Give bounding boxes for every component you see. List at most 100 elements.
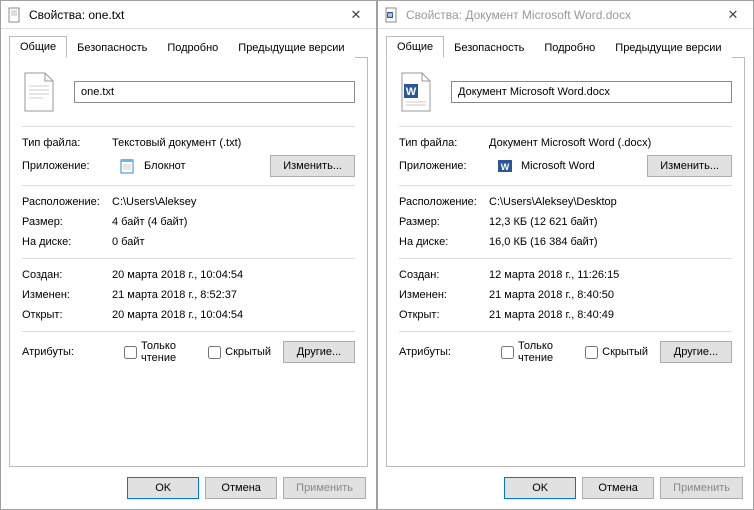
location-value: C:\Users\Aleksey\Desktop: [489, 196, 732, 208]
location-label: Расположение:: [399, 196, 489, 208]
titlebar: Свойства: one.txt ✕: [1, 1, 376, 29]
ondisk-value: 16,0 КБ (16 384 байт): [489, 236, 732, 248]
tab-general[interactable]: Общие: [386, 36, 444, 58]
tab-content: Тип файла: Текстовый документ (.txt) При…: [9, 57, 368, 467]
row-modified: Изменен: 21 марта 2018 г., 8:40:50: [399, 285, 732, 305]
accessed-label: Открыт:: [22, 309, 112, 321]
created-value: 20 марта 2018 г., 10:04:54: [112, 269, 355, 281]
filetype-label: Тип файла:: [22, 137, 112, 149]
hidden-label: Скрытый: [225, 346, 271, 358]
tab-details[interactable]: Подробно: [157, 38, 228, 58]
location-value: C:\Users\Aleksey: [112, 196, 355, 208]
notepad-icon: [120, 158, 136, 174]
app-value: Microsoft Word: [521, 160, 595, 172]
readonly-checkbox-wrap[interactable]: Только чтение: [501, 340, 573, 364]
size-label: Размер:: [399, 216, 489, 228]
readonly-checkbox[interactable]: [124, 346, 137, 359]
row-ondisk: На диске: 0 байт: [22, 232, 355, 252]
txt-file-title-icon: [7, 7, 23, 23]
attrib-label: Атрибуты:: [399, 346, 489, 358]
properties-dialog-right: W Свойства: Документ Microsoft Word.docx…: [377, 0, 754, 510]
modified-value: 21 марта 2018 г., 8:40:50: [489, 289, 732, 301]
filetype-value: Текстовый документ (.txt): [112, 137, 355, 149]
size-value: 4 байт (4 байт): [112, 216, 355, 228]
app-label: Приложение:: [399, 160, 489, 172]
tab-previous[interactable]: Предыдущие версии: [605, 38, 731, 58]
size-label: Размер:: [22, 216, 112, 228]
other-attributes-button[interactable]: Другие...: [283, 341, 355, 363]
ok-button[interactable]: OK: [127, 477, 199, 499]
tab-previous[interactable]: Предыдущие версии: [228, 38, 354, 58]
docx-file-icon: W: [399, 72, 433, 112]
hidden-checkbox[interactable]: [585, 346, 598, 359]
row-accessed: Открыт: 21 марта 2018 г., 8:40:49: [399, 305, 732, 325]
accessed-value: 20 марта 2018 г., 10:04:54: [112, 309, 355, 321]
title-text: Свойства: one.txt: [29, 8, 336, 22]
readonly-label: Только чтение: [141, 340, 196, 364]
hidden-checkbox[interactable]: [208, 346, 221, 359]
other-attributes-button[interactable]: Другие...: [660, 341, 732, 363]
modified-label: Изменен:: [399, 289, 489, 301]
row-created: Создан: 20 марта 2018 г., 10:04:54: [22, 265, 355, 285]
size-value: 12,3 КБ (12 621 байт): [489, 216, 732, 228]
hidden-checkbox-wrap[interactable]: Скрытый: [208, 346, 271, 359]
modified-value: 21 марта 2018 г., 8:52:37: [112, 289, 355, 301]
row-location: Расположение: C:\Users\Aleksey: [22, 192, 355, 212]
tab-row: Общие Безопасность Подробно Предыдущие в…: [1, 29, 376, 57]
row-size: Размер: 12,3 КБ (12 621 байт): [399, 212, 732, 232]
change-app-button[interactable]: Изменить...: [647, 155, 732, 177]
ondisk-label: На диске:: [399, 236, 489, 248]
readonly-checkbox-wrap[interactable]: Только чтение: [124, 340, 196, 364]
svg-text:W: W: [388, 13, 393, 19]
row-created: Создан: 12 марта 2018 г., 11:26:15: [399, 265, 732, 285]
hidden-checkbox-wrap[interactable]: Скрытый: [585, 346, 648, 359]
row-app: Приложение: W Microsoft Word Изменить...: [399, 153, 732, 179]
svg-text:W: W: [406, 86, 417, 98]
apply-button[interactable]: Применить: [283, 477, 366, 499]
row-ondisk: На диске: 16,0 КБ (16 384 байт): [399, 232, 732, 252]
readonly-checkbox[interactable]: [501, 346, 514, 359]
row-attributes: Атрибуты: Только чтение Скрытый Другие..…: [399, 338, 732, 366]
filetype-value: Документ Microsoft Word (.docx): [489, 137, 732, 149]
ok-button[interactable]: OK: [504, 477, 576, 499]
ondisk-value: 0 байт: [112, 236, 355, 248]
app-value: Блокнот: [144, 160, 186, 172]
cancel-button[interactable]: Отмена: [582, 477, 654, 499]
change-app-button[interactable]: Изменить...: [270, 155, 355, 177]
docx-file-title-icon: W: [384, 7, 400, 23]
apply-button[interactable]: Применить: [660, 477, 743, 499]
close-button[interactable]: ✕: [713, 1, 753, 29]
row-size: Размер: 4 байт (4 байт): [22, 212, 355, 232]
filename-input[interactable]: [451, 81, 732, 103]
row-filetype: Тип файла: Документ Microsoft Word (.doc…: [399, 133, 732, 153]
ondisk-label: На диске:: [22, 236, 112, 248]
filename-input[interactable]: [74, 81, 355, 103]
row-accessed: Открыт: 20 марта 2018 г., 10:04:54: [22, 305, 355, 325]
accessed-value: 21 марта 2018 г., 8:40:49: [489, 309, 732, 321]
tab-security[interactable]: Безопасность: [67, 38, 157, 58]
tab-details[interactable]: Подробно: [534, 38, 605, 58]
cancel-button[interactable]: Отмена: [205, 477, 277, 499]
tab-general[interactable]: Общие: [9, 36, 67, 58]
close-button[interactable]: ✕: [336, 1, 376, 29]
attrib-label: Атрибуты:: [22, 346, 112, 358]
created-value: 12 марта 2018 г., 11:26:15: [489, 269, 732, 281]
modified-label: Изменен:: [22, 289, 112, 301]
created-label: Создан:: [399, 269, 489, 281]
hidden-label: Скрытый: [602, 346, 648, 358]
tab-row: Общие Безопасность Подробно Предыдущие в…: [378, 29, 753, 57]
button-bar: OK Отмена Применить: [378, 471, 753, 509]
title-text: Свойства: Документ Microsoft Word.docx: [406, 8, 713, 22]
txt-file-icon: [22, 72, 56, 112]
row-modified: Изменен: 21 марта 2018 г., 8:52:37: [22, 285, 355, 305]
file-header: W: [399, 68, 732, 120]
tab-security[interactable]: Безопасность: [444, 38, 534, 58]
filetype-label: Тип файла:: [399, 137, 489, 149]
accessed-label: Открыт:: [399, 309, 489, 321]
tab-content: W Тип файла: Документ Microsoft Word (.d…: [386, 57, 745, 467]
button-bar: OK Отмена Применить: [1, 471, 376, 509]
word-icon: W: [497, 158, 513, 174]
titlebar: W Свойства: Документ Microsoft Word.docx…: [378, 1, 753, 29]
created-label: Создан:: [22, 269, 112, 281]
row-location: Расположение: C:\Users\Aleksey\Desktop: [399, 192, 732, 212]
